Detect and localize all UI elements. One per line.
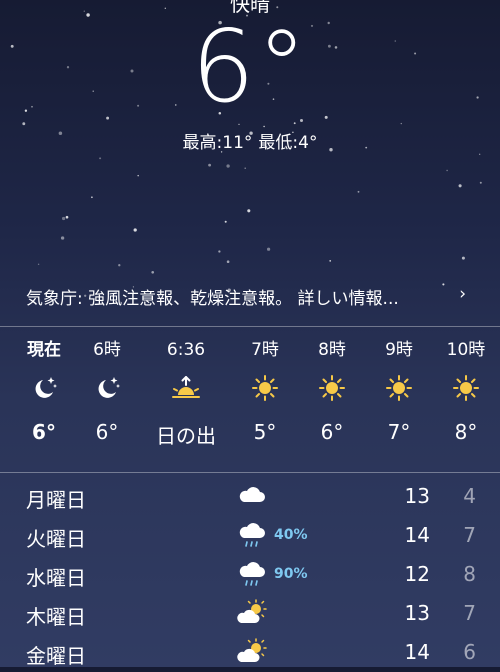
weather-alert[interactable]: 気象庁: 強風注意報、乾燥注意報。 詳しい情報... › xyxy=(26,284,476,309)
high-temperature: 最高:11° xyxy=(182,133,253,153)
hour-temp: 5° xyxy=(253,420,277,444)
day-low: 4 xyxy=(463,484,476,508)
hour-label: 8時 xyxy=(318,340,346,360)
low-temperature: 最低:4° xyxy=(258,133,318,153)
alert-text: 気象庁: 強風注意報、乾燥注意報。 詳しい情報... xyxy=(26,289,399,309)
cloud-rain-icon xyxy=(239,523,265,547)
high-low: 最高:11° 最低:4° xyxy=(0,128,500,153)
star xyxy=(60,236,65,240)
sunrise-label: 日の出 xyxy=(156,424,216,448)
star xyxy=(458,184,462,188)
day-high: 14 xyxy=(404,523,430,547)
sun-icon xyxy=(369,366,429,410)
hourly-item: 6:36 日の出 xyxy=(146,336,226,449)
star xyxy=(218,250,221,253)
hour-temp: 6° xyxy=(95,420,119,444)
star xyxy=(244,167,246,169)
star xyxy=(224,220,227,223)
star xyxy=(247,209,251,213)
hour-label: 現在 xyxy=(27,340,61,360)
divider xyxy=(0,326,500,327)
star xyxy=(461,256,465,260)
hourly-item: 現在 6° xyxy=(14,336,74,444)
precip-chance: 40% xyxy=(274,527,308,543)
hour-temp: 6° xyxy=(320,420,344,444)
hour-label: 9時 xyxy=(385,340,413,360)
star xyxy=(226,164,230,168)
hourly-item: 9時 7° xyxy=(369,336,429,444)
hourly-forecast[interactable]: 現在 6° 6時 6° 6:36 日の出 7時 5° 8時 6° 9時 7° 1… xyxy=(0,336,500,466)
cloud-icon xyxy=(239,487,265,502)
day-high: 12 xyxy=(404,562,430,586)
sunrise-icon xyxy=(146,366,226,410)
star xyxy=(99,157,102,160)
hour-label: 6:36 xyxy=(166,340,206,360)
day-high: 14 xyxy=(404,640,430,664)
day-name: 木曜日 xyxy=(26,605,86,629)
daily-row: 火曜日 40% 14 7 xyxy=(0,517,500,555)
cloud-rain-icon xyxy=(239,562,265,586)
hour-temp: 8° xyxy=(454,420,478,444)
star xyxy=(61,216,66,221)
star xyxy=(479,153,481,155)
hourly-item: 10時 8° xyxy=(436,336,496,444)
day-low: 6 xyxy=(463,640,476,664)
star xyxy=(226,260,230,264)
partly-sunny-icon xyxy=(237,638,267,662)
day-low: 7 xyxy=(463,601,476,625)
hour-temp: 7° xyxy=(387,420,411,444)
sun-icon xyxy=(302,366,362,410)
daily-row: 木曜日 13 7 xyxy=(0,595,500,633)
star xyxy=(133,228,137,232)
sun-icon xyxy=(235,366,295,410)
star xyxy=(151,270,155,274)
day-name: 金曜日 xyxy=(26,644,86,668)
daily-row: 水曜日 90% 12 8 xyxy=(0,556,500,594)
hour-temp: 6° xyxy=(32,420,56,444)
star xyxy=(400,122,402,125)
hourly-item: 6時 6° xyxy=(77,336,137,444)
day-low: 8 xyxy=(463,562,476,586)
hour-label: 7時 xyxy=(251,340,279,360)
star xyxy=(22,122,26,126)
divider xyxy=(0,472,500,473)
day-name: 月曜日 xyxy=(26,488,86,512)
day-name: 火曜日 xyxy=(26,527,86,551)
star xyxy=(91,196,93,199)
star xyxy=(65,215,69,219)
star xyxy=(266,247,271,251)
hour-label: 6時 xyxy=(93,340,121,360)
moon-stars-icon xyxy=(14,366,74,410)
moon-stars-icon xyxy=(77,366,137,410)
day-low: 7 xyxy=(463,523,476,547)
daily-row: 金曜日 14 6 xyxy=(0,634,500,672)
day-high: 13 xyxy=(404,484,430,508)
star xyxy=(208,163,212,167)
star xyxy=(479,181,482,184)
star xyxy=(357,190,360,193)
daily-row: 月曜日 13 4 xyxy=(0,478,500,516)
star xyxy=(446,169,448,172)
hour-label: 10時 xyxy=(446,340,486,360)
current-temperature: 6° xyxy=(191,8,309,125)
star xyxy=(118,264,121,267)
day-high: 13 xyxy=(404,601,430,625)
partly-sunny-icon xyxy=(237,599,267,623)
star xyxy=(329,260,332,262)
hourly-item: 7時 5° xyxy=(235,336,295,444)
day-name: 水曜日 xyxy=(26,566,86,590)
sun-icon xyxy=(436,366,496,410)
star xyxy=(137,174,139,177)
hourly-item: 8時 6° xyxy=(302,336,362,444)
star xyxy=(37,263,40,265)
chevron-right-icon: › xyxy=(459,284,466,304)
precip-chance: 90% xyxy=(274,566,308,582)
